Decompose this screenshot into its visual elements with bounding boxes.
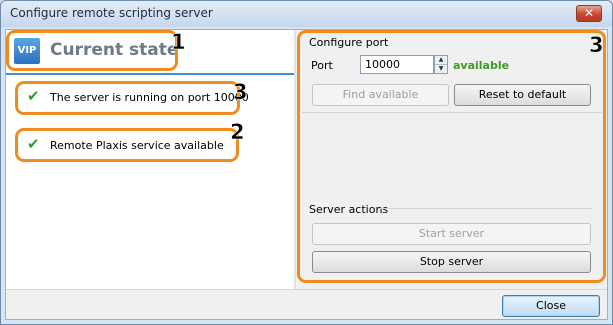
- annotation-number: 3: [233, 80, 248, 105]
- annotation-number: 1: [171, 30, 186, 55]
- annotation-box: [15, 128, 239, 162]
- close-button[interactable]: Close: [502, 295, 600, 317]
- annotation-box: [15, 81, 240, 115]
- heading-divider: [6, 73, 294, 75]
- annotation-number: 2: [230, 120, 245, 145]
- window-close-icon[interactable]: ✕: [576, 5, 602, 22]
- window-title: Configure remote scripting server: [10, 6, 213, 20]
- annotation-number: 3: [589, 33, 604, 58]
- annotation-box: [297, 30, 606, 283]
- footer-divider: [6, 289, 607, 290]
- annotation-box: [6, 30, 178, 71]
- panel-divider: [294, 30, 296, 290]
